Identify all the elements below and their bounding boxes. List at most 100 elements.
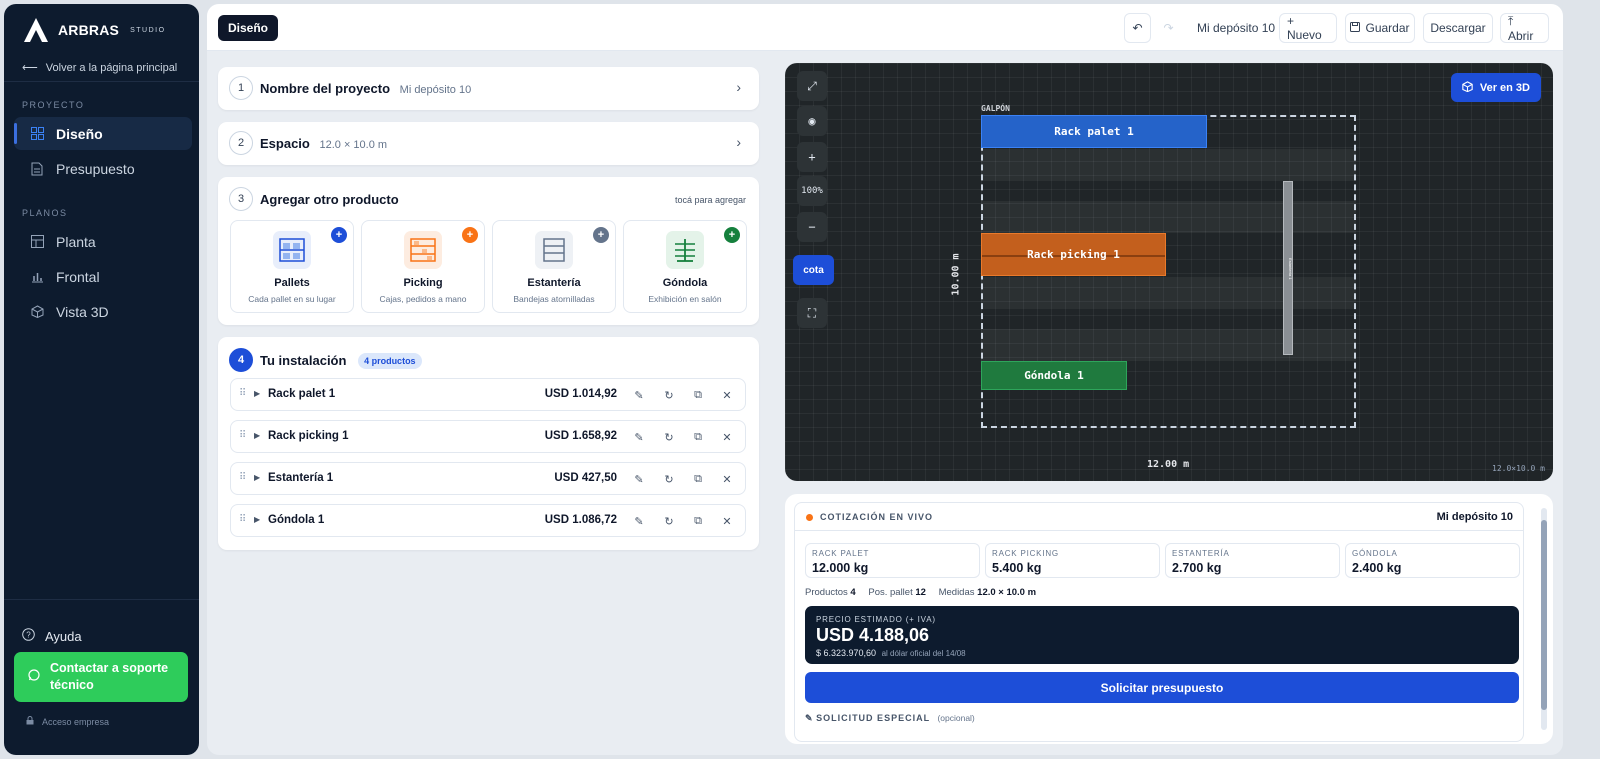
special-request-toggle[interactable]: ✎ SOLICITUD ESPECIAL (opcional) <box>805 713 975 724</box>
drag-handle-icon[interactable]: ⠿ <box>239 514 246 525</box>
expand-triangle-icon[interactable]: ▶ <box>254 389 260 398</box>
target-icon[interactable]: ◉ <box>797 106 827 136</box>
pencil-icon: ✎ <box>805 713 813 723</box>
installation-item-price: USD 1.658,92 <box>544 430 617 442</box>
save-button[interactable]: Guardar <box>1345 13 1415 43</box>
estanteria-label: Estantería 1 <box>1288 258 1293 280</box>
duplicate-icon[interactable]: ⧉ <box>690 471 706 487</box>
brand[interactable]: ARBRAS STUDIO <box>22 16 166 44</box>
product-name: Pallets <box>274 277 310 289</box>
step-number: 3 <box>229 187 253 211</box>
request-quote-button[interactable]: Solicitar presupuesto <box>805 672 1519 703</box>
redo-button[interactable]: ↷ <box>1155 13 1182 43</box>
price-ars: $ 6.323.970,60 al dólar oficial del 14/0… <box>816 648 966 658</box>
expand-arrows-icon[interactable]: ⤢ <box>797 71 827 101</box>
plus-icon[interactable]: + <box>724 227 740 243</box>
rack-pallet-shape[interactable]: Rack palet 1 <box>981 115 1207 148</box>
installation-row[interactable]: ⠿ ▶ Góndola 1 USD 1.086,72 ✎ ↻ ⧉ ✕ <box>230 504 746 537</box>
sidebar-item-planta[interactable]: Planta <box>14 225 192 258</box>
expand-triangle-icon[interactable]: ▶ <box>254 431 260 440</box>
save-icon <box>1350 21 1361 35</box>
sidebar-item-frontal[interactable]: Frontal <box>14 260 192 293</box>
open-label: ⤒ Abrir <box>1508 13 1534 43</box>
quote-header: COTIZACIÓN EN VIVO Mi depósito 10 <box>795 503 1523 531</box>
close-icon[interactable]: ✕ <box>719 429 735 445</box>
plus-icon[interactable]: + <box>462 227 478 243</box>
step-installation: 4 Tu instalación 4 productos ⠿ ▶ Rack pa… <box>218 337 759 550</box>
grid-icon <box>30 127 44 141</box>
installation-row[interactable]: ⠿ ▶ Rack palet 1 USD 1.014,92 ✎ ↻ ⧉ ✕ <box>230 378 746 411</box>
close-icon[interactable]: ✕ <box>719 471 735 487</box>
edit-pencil-icon[interactable]: ✎ <box>631 513 647 529</box>
gondola-label: Góndola 1 <box>1024 369 1084 382</box>
installation-item-name: Rack picking 1 <box>268 430 349 442</box>
product-tile-estanteria[interactable]: + Estantería Bandejas atornilladas <box>492 220 616 313</box>
quote-project-name: Mi depósito 10 <box>1436 511 1513 523</box>
galpon-label: GALPÓN <box>981 104 1010 113</box>
sidebar-item-diseno[interactable]: Diseño <box>14 117 192 150</box>
sidebar-item-label: Vista 3D <box>56 303 109 320</box>
medidas-label: Medidas <box>938 587 975 598</box>
step-space[interactable]: 2 Espacio 12.0 × 10.0 m › <box>218 122 759 165</box>
scrollbar-thumb[interactable] <box>1541 520 1547 710</box>
open-button[interactable]: ⤒ Abrir <box>1500 13 1549 43</box>
pos-pallet-value: 12 <box>915 587 926 598</box>
drag-handle-icon[interactable]: ⠿ <box>239 430 246 441</box>
sidebar-item-vista-3d[interactable]: Vista 3D <box>14 295 192 328</box>
top-bar: Diseño ↶ ↷ Mi depósito 10 + Nuevo Guarda… <box>207 4 1563 51</box>
edit-pencil-icon[interactable]: ✎ <box>631 429 647 445</box>
installation-row[interactable]: ⠿ ▶ Estantería 1 USD 427,50 ✎ ↻ ⧉ ✕ <box>230 462 746 495</box>
back-to-home-link[interactable]: ⟵ Volver a la página principal <box>22 61 178 75</box>
quote-scrollbar[interactable] <box>1541 508 1547 730</box>
rotate-icon[interactable]: ↻ <box>661 387 677 403</box>
gondola-shape[interactable]: Góndola 1 <box>981 361 1127 390</box>
duplicate-icon[interactable]: ⧉ <box>690 387 706 403</box>
rotate-icon[interactable]: ↻ <box>661 471 677 487</box>
duplicate-icon[interactable]: ⧉ <box>690 513 706 529</box>
sidebar: ARBRAS STUDIO ⟵ Volver a la página princ… <box>4 4 199 755</box>
view-3d-button[interactable]: Ver en 3D <box>1450 73 1541 102</box>
duplicate-icon[interactable]: ⧉ <box>690 429 706 445</box>
cota-button[interactable]: cota <box>793 255 834 285</box>
expand-triangle-icon[interactable]: ▶ <box>254 515 260 524</box>
weight-label: RACK PICKING <box>992 549 1059 558</box>
tab-diseno[interactable]: Diseño <box>218 15 279 41</box>
step-title-text: Nombre del proyecto <box>260 81 391 96</box>
product-tile-pallets[interactable]: + Pallets Cada pallet en su lugar <box>230 220 354 313</box>
weight-box: GÓNDOLA 2.400 kg <box>1345 543 1520 578</box>
drag-handle-icon[interactable]: ⠿ <box>239 472 246 483</box>
installation-row[interactable]: ⠿ ▶ Rack picking 1 USD 1.658,92 ✎ ↻ ⧉ ✕ <box>230 420 746 453</box>
zoom-level[interactable]: 100% <box>797 176 827 206</box>
close-icon[interactable]: ✕ <box>719 387 735 403</box>
help-link[interactable]: ? Ayuda <box>22 628 82 644</box>
floorplan-canvas[interactable]: ⤢ ◉ + 100% − cota ⛶ Ver en 3D GALPÓN Rac… <box>785 63 1553 481</box>
plus-icon[interactable]: + <box>331 227 347 243</box>
product-tile-picking[interactable]: + Picking Cajas, pedidos a mano <box>361 220 485 313</box>
back-link-label: Volver a la página principal <box>45 61 178 74</box>
productos-label: Productos <box>805 587 848 598</box>
special-optional-label: (opcional) <box>937 713 975 723</box>
plus-icon[interactable]: + <box>593 227 609 243</box>
shelving-icon <box>535 231 573 269</box>
step-project-name[interactable]: 1 Nombre del proyecto Mi depósito 10 › <box>218 67 759 110</box>
installation-item-price: USD 1.014,92 <box>544 388 617 400</box>
new-button[interactable]: + Nuevo <box>1279 13 1337 43</box>
undo-button[interactable]: ↶ <box>1124 13 1151 43</box>
rotate-icon[interactable]: ↻ <box>661 429 677 445</box>
contact-support-button[interactable]: Contactar a soporte técnico <box>14 652 188 702</box>
expand-triangle-icon[interactable]: ▶ <box>254 473 260 482</box>
edit-pencil-icon[interactable]: ✎ <box>631 387 647 403</box>
close-icon[interactable]: ✕ <box>719 513 735 529</box>
edit-pencil-icon[interactable]: ✎ <box>631 471 647 487</box>
zoom-in-button[interactable]: + <box>797 142 827 172</box>
zoom-out-button[interactable]: − <box>797 212 827 242</box>
sidebar-item-presupuesto[interactable]: Presupuesto <box>14 152 192 185</box>
product-tile-gondola[interactable]: + Góndola Exhibición en salón <box>623 220 747 313</box>
width-dimension: 12.00 m <box>1147 459 1190 470</box>
company-access-link[interactable]: Acceso empresa <box>26 716 109 727</box>
drag-handle-icon[interactable]: ⠿ <box>239 388 246 399</box>
rotate-icon[interactable]: ↻ <box>661 513 677 529</box>
download-button[interactable]: Descargar <box>1423 13 1493 43</box>
rack-picking-shape[interactable]: Rack picking 1 <box>981 233 1166 276</box>
fullscreen-icon[interactable]: ⛶ <box>797 298 827 328</box>
